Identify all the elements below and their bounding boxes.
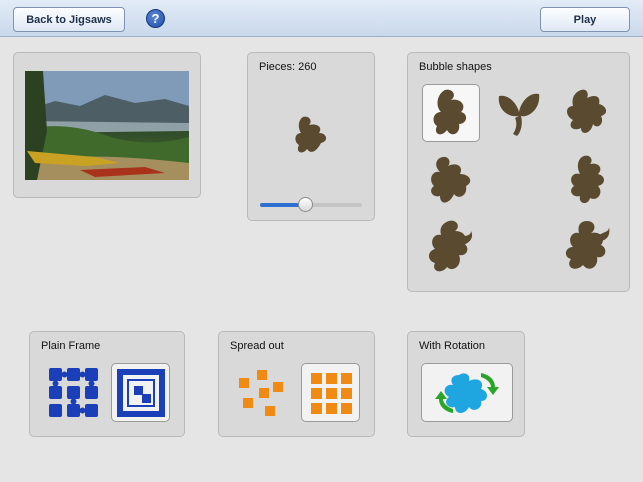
spread-out-panel: Spread out bbox=[218, 331, 375, 437]
frame-off-icon[interactable] bbox=[47, 366, 101, 420]
play-button[interactable]: Play bbox=[540, 7, 630, 32]
spread-grid-icon bbox=[310, 372, 352, 414]
plain-frame-panel: Plain Frame bbox=[29, 331, 185, 437]
bubble-shape-5[interactable] bbox=[558, 151, 616, 209]
top-toolbar: Back to Jigsaws ? Play bbox=[0, 0, 643, 37]
pieces-slider-thumb[interactable] bbox=[298, 197, 314, 212]
bubble-shapes-panel: Bubble shapes bbox=[407, 52, 630, 292]
plain-frame-title: Plain Frame bbox=[41, 340, 101, 352]
spread-out-title: Spread out bbox=[230, 340, 284, 352]
spread-scattered-icon[interactable] bbox=[237, 368, 289, 418]
frame-on-icon bbox=[116, 368, 165, 417]
rotation-toggle-button[interactable] bbox=[421, 363, 513, 422]
with-rotation-title: With Rotation bbox=[419, 340, 486, 352]
bubble-shape-6[interactable] bbox=[422, 218, 480, 276]
with-rotation-panel: With Rotation bbox=[407, 331, 525, 437]
bubble-shape-2[interactable] bbox=[490, 84, 548, 142]
pieces-slider[interactable] bbox=[260, 197, 362, 212]
puzzle-photo bbox=[25, 71, 189, 180]
pieces-panel: Pieces: 260 bbox=[247, 52, 375, 221]
bubble-shapes-title: Bubble shapes bbox=[419, 61, 492, 73]
rotation-icon bbox=[435, 372, 499, 413]
piece-preview bbox=[295, 116, 327, 153]
help-icon[interactable]: ? bbox=[146, 9, 165, 28]
bubble-shape-7[interactable] bbox=[558, 218, 616, 276]
bubble-shape-1[interactable] bbox=[422, 84, 480, 142]
frame-on-button[interactable] bbox=[111, 363, 170, 422]
bubble-shape-4[interactable] bbox=[422, 151, 480, 209]
spread-grid-button[interactable] bbox=[301, 363, 360, 422]
back-to-jigsaws-button[interactable]: Back to Jigsaws bbox=[13, 7, 125, 32]
pieces-count-label: Pieces: 260 bbox=[259, 61, 317, 73]
bubble-shape-3[interactable] bbox=[558, 84, 616, 142]
photo-panel bbox=[13, 52, 201, 198]
